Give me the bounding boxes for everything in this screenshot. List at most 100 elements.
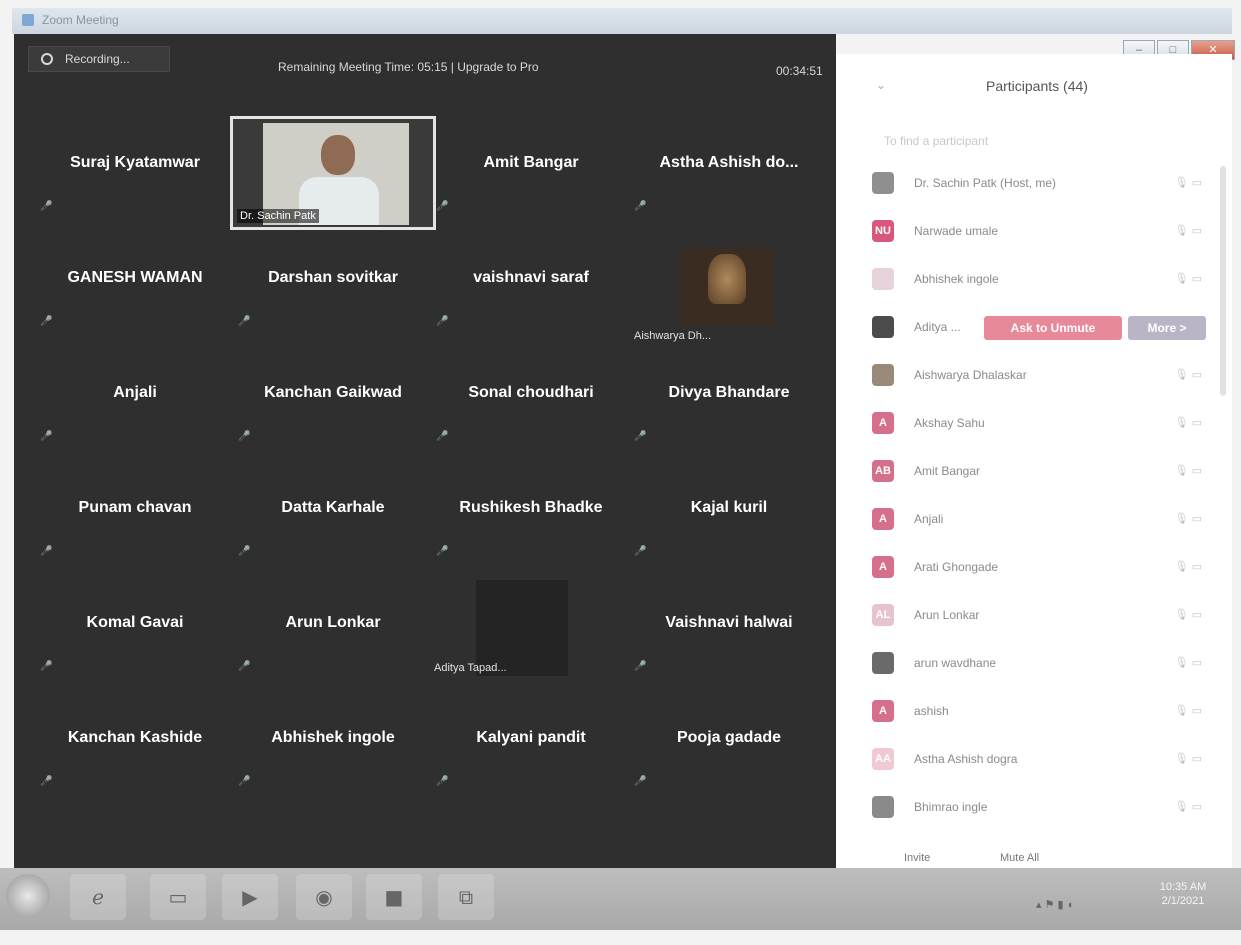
participant-tile[interactable]: Astha Ashish do...	[630, 114, 828, 226]
participant-row[interactable]: AA Astha Ashish dogra 🎙 ▭	[872, 740, 1212, 780]
participant-tile[interactable]: Arun Lonkar	[234, 574, 432, 686]
participant-tile[interactable]: Divya Bhandare	[630, 344, 828, 456]
participant-tile-name: Rushikesh Bhadke	[459, 499, 603, 516]
ask-to-unmute-button[interactable]: Ask to Unmute	[984, 316, 1122, 340]
recording-label: Recording...	[65, 52, 130, 66]
muted-mic-icon	[238, 660, 248, 672]
mic-camera-status-icons: 🎙 ▭	[1174, 513, 1202, 525]
muted-mic-icon	[40, 660, 50, 672]
participant-tile-name: Kanchan Kashide	[67, 729, 203, 746]
avatar: NU	[872, 220, 894, 242]
avatar	[872, 652, 894, 674]
participant-name: Arun Lonkar	[914, 608, 980, 622]
avatar: AL	[872, 604, 894, 626]
participant-tile[interactable]: Kalyani pandit	[432, 689, 630, 801]
participant-row[interactable]: AB Amit Bangar 🎙 ▭	[872, 452, 1212, 492]
participant-row[interactable]: Abhishek ingole 🎙 ▭	[872, 260, 1212, 300]
muted-mic-icon	[634, 660, 644, 672]
participant-row[interactable]: Aditya ... Ask to Unmute More >	[872, 308, 1212, 348]
participant-tile-name: Abhishek ingole	[271, 729, 395, 746]
participant-tile[interactable]: Datta Karhale	[234, 459, 432, 571]
participant-name: Abhishek ingole	[914, 272, 999, 286]
participant-tile[interactable]: Komal Gavai	[36, 574, 234, 686]
participant-tile-name: GANESH WAMAN	[67, 269, 203, 286]
clock-time: 10:35 AM	[1159, 881, 1207, 893]
record-icon	[41, 53, 53, 65]
participant-tile[interactable]: Rushikesh Bhadke	[432, 459, 630, 571]
participant-name: arun wavdhane	[914, 656, 997, 670]
participant-tile[interactable]: Kanchan Gaikwad	[234, 344, 432, 456]
media-player-icon[interactable]: ▶	[222, 874, 278, 920]
participant-tile[interactable]: Kajal kuril	[630, 459, 828, 571]
participant-row[interactable]: Aashish 🎙 ▭	[872, 692, 1212, 732]
chrome-icon[interactable]: ◉	[296, 874, 352, 920]
avatar	[872, 316, 894, 338]
participants-title: Participants (44)	[986, 78, 1088, 94]
muted-mic-icon	[238, 545, 248, 557]
participant-tile-name: Kajal kuril	[690, 499, 768, 516]
participant-name: Anjali	[914, 512, 944, 526]
taskbar-clock[interactable]: 10:35 AM 2/1/2021	[1148, 880, 1218, 908]
participant-row[interactable]: A Arati Ghongade 🎙 ▭	[872, 548, 1212, 588]
participant-row[interactable]: Bhimrao ingle 🎙 ▭	[872, 788, 1212, 828]
more-button[interactable]: More >	[1128, 316, 1206, 340]
participant-name: Aishwarya Dhalaskar	[914, 368, 1027, 382]
participant-tile[interactable]: Amit Bangar	[432, 114, 630, 226]
mic-camera-status-icons: 🎙 ▭	[1174, 225, 1202, 237]
participant-grid: Suraj Kyatamwar Amit Bangar Astha Ashish d…	[36, 114, 836, 874]
participant-tile-name: Suraj Kyatamwar	[70, 154, 200, 171]
participant-tile[interactable]: Pooja gadade	[630, 689, 828, 801]
participant-row[interactable]: Dr. Sachin Patk (Host, me) 🎙 ▭	[872, 164, 1212, 204]
mic-camera-status-icons: 🎙 ▭	[1174, 465, 1202, 477]
participant-row[interactable]: Aishwarya Dhalaskar 🎙 ▭	[872, 356, 1212, 396]
participant-name: Dr. Sachin Patk (Host, me)	[914, 176, 1057, 190]
recording-indicator[interactable]: Recording...	[28, 46, 170, 72]
participant-search-input[interactable]: To find a participant	[884, 134, 988, 148]
internet-explorer-icon[interactable]: ℯ	[70, 874, 126, 920]
avatar: A	[872, 556, 894, 578]
participant-tile-name: Kanchan Gaikwad	[264, 384, 402, 401]
window-switcher-icon[interactable]: ⧉	[438, 874, 494, 920]
muted-mic-icon	[40, 775, 50, 787]
participant-tile-name: Amit Bangar	[483, 154, 579, 171]
avatar	[872, 364, 894, 386]
mic-camera-status-icons: 🎙 ▭	[1174, 273, 1202, 285]
file-explorer-icon[interactable]: ▭	[150, 874, 206, 920]
remaining-time-banner[interactable]: Remaining Meeting Time: 05:15 | Upgrade …	[278, 60, 539, 74]
participant-tile[interactable]: Darshan sovitkar	[234, 229, 432, 341]
participant-name: Astha Ashish dogra	[914, 752, 1018, 766]
participant-tile[interactable]: Sonal choudhari	[432, 344, 630, 456]
participant-row[interactable]: A Akshay Sahu 🎙 ▭	[872, 404, 1212, 444]
participant-tile[interactable]: Kanchan Kashide	[36, 689, 234, 801]
participant-name: Narwade umale	[914, 224, 999, 238]
participant-tile-name: Pooja gadade	[676, 729, 782, 746]
participant-tile[interactable]: Anjali	[36, 344, 234, 456]
muted-mic-icon	[436, 545, 446, 557]
mute-all-button[interactable]: Mute All	[1000, 852, 1039, 864]
collapse-icon[interactable]: ⌄	[876, 78, 886, 92]
muted-mic-icon	[40, 200, 50, 212]
participant-row[interactable]: AL Arun Lonkar 🎙 ▭	[872, 596, 1212, 636]
participant-row[interactable]: A Anjali 🎙 ▭	[872, 500, 1212, 540]
participant-tile[interactable]: Suraj Kyatamwar	[36, 114, 234, 226]
participant-row[interactable]: arun wavdhane 🎙 ▭	[872, 644, 1212, 684]
meeting-timer: 00:34:51	[776, 64, 823, 78]
invite-button[interactable]: Invite	[904, 852, 930, 864]
mic-camera-status-icons: 🎙 ▭	[1174, 369, 1202, 381]
participant-name: ashish	[914, 704, 949, 718]
participant-tile[interactable]: Abhishek ingole	[234, 689, 432, 801]
participant-tile-name: Anjali	[113, 384, 157, 401]
start-button[interactable]	[6, 874, 50, 918]
participant-tile[interactable]: GANESH WAMAN	[36, 229, 234, 341]
participant-list-scrollbar[interactable]	[1220, 166, 1226, 396]
participant-tile[interactable]: Punam chavan	[36, 459, 234, 571]
participant-tile[interactable]: Vaishnavi halwai	[630, 574, 828, 686]
participant-name: Bhimrao ingle	[914, 800, 988, 814]
participant-tile-name: Vaishnavi halwai	[665, 614, 793, 631]
participant-row[interactable]: NU Narwade umale 🎙 ▭	[872, 212, 1212, 252]
system-tray-icons[interactable]: ▴ ⚑ ▮ ◖	[1036, 898, 1073, 911]
taskbar: ℯ ▭ ▶ ◉ ■ ⧉ ▴ ⚑ ▮ ◖ 10:35 AM 2/1/2021	[0, 868, 1241, 930]
participants-header: ⌄ Participants (44)	[836, 54, 1232, 114]
participant-tile[interactable]: vaishnavi saraf	[432, 229, 630, 341]
zoom-app-icon[interactable]: ■	[366, 874, 422, 920]
